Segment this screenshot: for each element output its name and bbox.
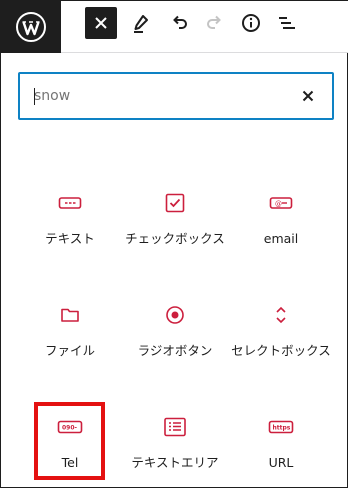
email-field-icon: @ — [269, 197, 293, 209]
checkbox-icon — [165, 193, 185, 213]
redo-icon — [207, 15, 221, 29]
editor-toolbar — [1, 1, 348, 53]
block-item-email[interactable]: @ email — [227, 191, 335, 287]
inserter-panel: テキスト チェックボックス @ email ファイル — [0, 0, 348, 488]
textarea-icon — [164, 417, 186, 437]
pencil-icon — [134, 15, 148, 33]
folder-icon — [61, 308, 79, 322]
text-caret — [34, 88, 35, 105]
tools-button[interactable] — [125, 7, 157, 39]
close-inserter-button[interactable] — [85, 7, 117, 39]
list-view-button[interactable] — [271, 7, 303, 39]
block-label: テキスト — [45, 231, 95, 246]
undo-button[interactable] — [163, 7, 195, 39]
block-label: ラジオボタン — [137, 343, 213, 358]
wordpress-logo-button[interactable] — [1, 1, 61, 53]
wordpress-logo-icon — [16, 12, 46, 42]
block-item-checkbox[interactable]: チェックボックス — [121, 191, 229, 287]
block-item-file[interactable]: ファイル — [16, 303, 124, 399]
text-field-icon — [58, 197, 82, 209]
block-item-radio[interactable]: ラジオボタン — [121, 303, 229, 399]
block-item-url[interactable]: https URL — [227, 415, 335, 488]
info-icon — [242, 14, 260, 32]
svg-text:@: @ — [275, 200, 282, 208]
undo-icon — [173, 15, 187, 29]
close-icon — [95, 17, 107, 29]
block-label: email — [263, 231, 299, 246]
details-button[interactable] — [235, 7, 267, 39]
url-field-icon: https — [268, 420, 294, 434]
list-view-icon — [279, 17, 295, 29]
block-search-input[interactable] — [34, 86, 274, 106]
close-icon — [302, 90, 314, 102]
block-item-textarea[interactable]: テキストエリア — [121, 415, 229, 488]
highlight-box — [34, 402, 105, 480]
block-label: テキストエリア — [131, 455, 219, 470]
radio-button-icon — [166, 306, 184, 324]
block-search-field — [18, 72, 334, 120]
svg-text:https: https — [273, 425, 291, 432]
block-label: セレクトボックス — [231, 343, 331, 358]
select-chevrons-icon — [276, 306, 286, 324]
block-item-select[interactable]: セレクトボックス — [227, 303, 335, 399]
block-label: チェックボックス — [125, 231, 225, 246]
redo-button[interactable] — [199, 7, 231, 39]
block-label: ファイル — [44, 343, 95, 358]
block-label: URL — [268, 455, 294, 470]
block-item-text[interactable]: テキスト — [16, 191, 124, 287]
clear-search-button[interactable] — [296, 83, 320, 109]
